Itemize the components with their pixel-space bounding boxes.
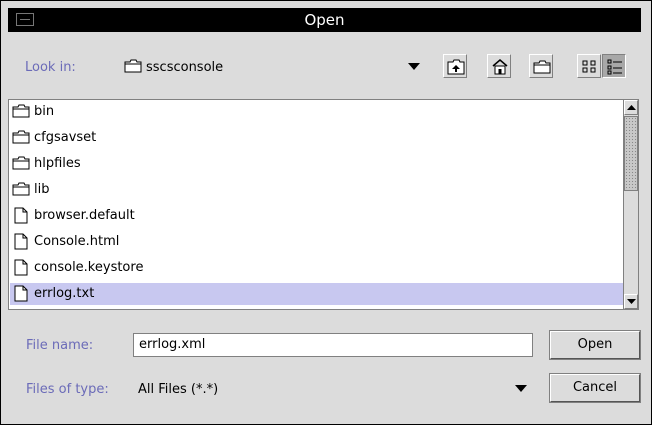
arrow-up-icon <box>627 105 636 110</box>
file-list-item[interactable]: Console.html <box>10 231 623 253</box>
file-list-item[interactable]: errlog.txt <box>10 283 623 305</box>
up-one-level-icon <box>447 59 465 75</box>
list-view-button[interactable] <box>577 54 601 78</box>
folder-icon <box>12 182 30 200</box>
folder-icon <box>12 104 30 122</box>
up-one-level-button[interactable] <box>443 54 467 78</box>
file-list-item[interactable]: cfgsavset <box>10 127 623 149</box>
new-folder-icon <box>533 60 551 74</box>
cancel-button-label: Cancel <box>572 380 618 395</box>
file-name: lib <box>34 182 50 197</box>
dialog-body: Look in: sscsconsole bin cfgsavset hlpfi… <box>8 32 641 422</box>
file-name: Console.html <box>34 234 120 249</box>
file-icon <box>14 207 28 228</box>
arrow-down-icon <box>627 299 636 304</box>
files-of-type-combo[interactable]: All Files (*.*) <box>133 375 533 401</box>
file-name: bin <box>34 104 55 119</box>
chevron-down-icon[interactable] <box>515 385 527 392</box>
scroll-up-button[interactable] <box>624 100 638 115</box>
look-in-label: Look in: <box>25 60 76 75</box>
files-of-type-value: All Files (*.*) <box>138 382 219 397</box>
details-view-icon <box>607 59 622 75</box>
file-icon <box>14 259 28 280</box>
vertical-scrollbar[interactable] <box>623 100 638 309</box>
file-icon <box>14 285 28 306</box>
scroll-thumb[interactable] <box>624 116 638 191</box>
chevron-down-icon[interactable] <box>408 63 420 70</box>
file-list-item[interactable]: hlpfiles <box>10 153 623 175</box>
home-button[interactable] <box>487 54 511 78</box>
open-button-label: Open <box>577 337 613 352</box>
file-list-item[interactable]: browser.default <box>10 205 623 227</box>
file-icon <box>14 233 28 254</box>
list-view-icon <box>582 60 596 73</box>
cancel-button[interactable]: Cancel <box>549 373 641 403</box>
look-in-combo[interactable]: sscsconsole <box>118 53 436 79</box>
window-title: Open <box>304 11 345 29</box>
file-list-item[interactable]: lib <box>10 179 623 201</box>
file-list-item[interactable]: bin <box>10 101 623 123</box>
file-name-field[interactable]: errlog.xml <box>133 333 533 357</box>
files-of-type-label: Files of type: <box>26 382 109 397</box>
file-list-items: bin cfgsavset hlpfiles lib browser.default Co… <box>9 100 624 309</box>
file-name: console.keystore <box>34 260 144 275</box>
details-view-button[interactable] <box>602 54 626 78</box>
folder-icon <box>12 156 30 174</box>
title-bar[interactable]: Open <box>8 8 641 32</box>
file-list[interactable]: bin cfgsavset hlpfiles lib browser.default Co… <box>8 99 639 310</box>
open-button[interactable]: Open <box>549 330 641 360</box>
file-name: hlpfiles <box>34 156 81 171</box>
file-name-value: errlog.xml <box>139 337 206 352</box>
file-name: errlog.txt <box>34 286 95 301</box>
folder-icon <box>124 59 142 73</box>
scroll-down-button[interactable] <box>624 294 638 309</box>
file-name-label: File name: <box>26 338 94 353</box>
look-in-value: sscsconsole <box>146 60 224 75</box>
new-folder-button[interactable] <box>529 54 553 78</box>
file-name: cfgsavset <box>34 130 97 145</box>
file-name: browser.default <box>34 208 135 223</box>
open-dialog: Open Look in: sscsconsole bin cfgsavset … <box>0 0 652 425</box>
home-icon <box>492 59 508 75</box>
folder-icon <box>12 130 30 148</box>
file-list-item[interactable]: console.keystore <box>10 257 623 279</box>
